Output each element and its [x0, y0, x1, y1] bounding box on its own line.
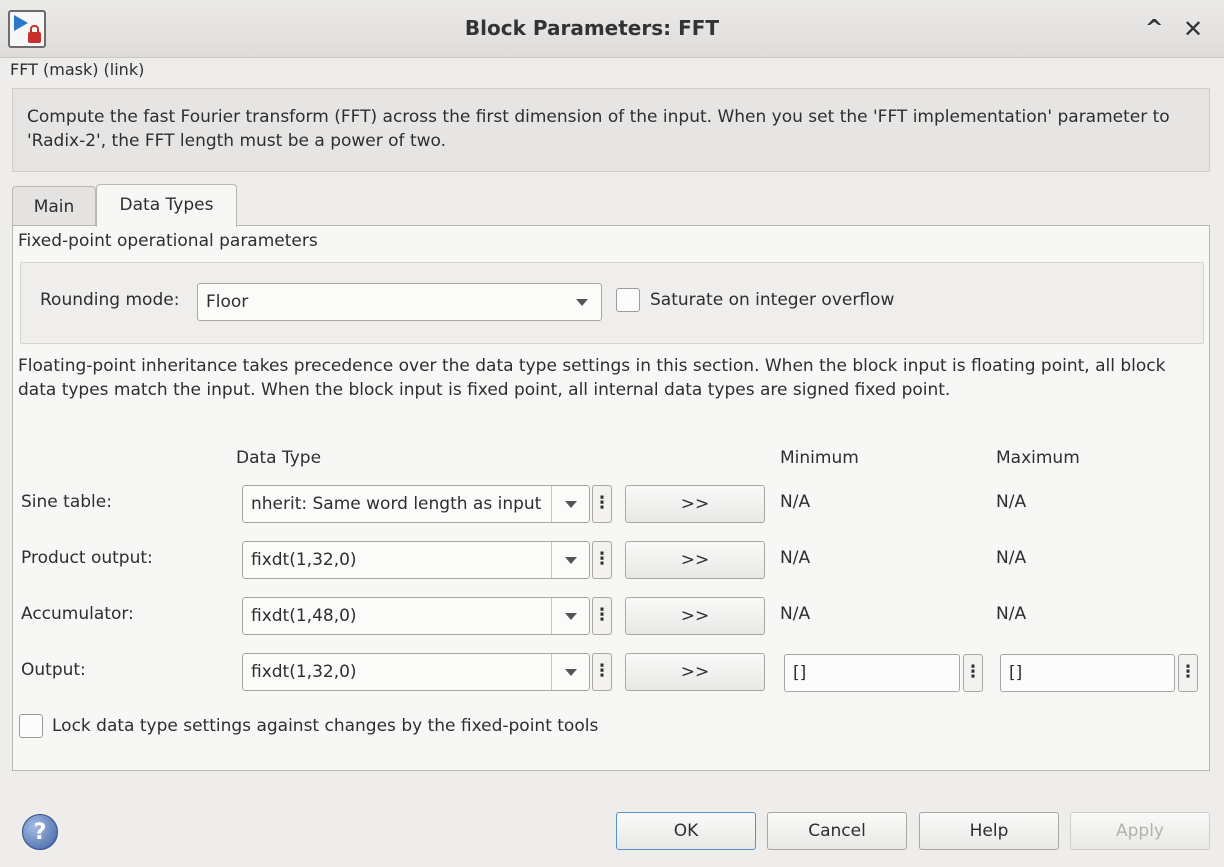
product-output-assistant-button[interactable]: >> — [625, 541, 765, 579]
output-minimum-input[interactable]: [] — [784, 654, 960, 692]
output-more-button[interactable]: ⋮ — [592, 653, 612, 691]
maximum-column-header: Maximum — [996, 448, 1080, 468]
output-data-type-value: fixdt(1,32,0) — [251, 662, 357, 682]
accumulator-data-type-select[interactable]: fixdt(1,48,0) — [242, 597, 590, 635]
accumulator-more-button[interactable]: ⋮ — [592, 597, 612, 635]
output-assistant-button[interactable]: >> — [625, 653, 765, 691]
chevron-down-icon[interactable] — [563, 284, 601, 320]
accumulator-label: Accumulator: — [21, 604, 134, 624]
chevron-down-icon[interactable] — [551, 486, 589, 522]
tab-main[interactable]: Main — [12, 186, 96, 228]
rounding-mode-label: Rounding mode: — [40, 290, 180, 310]
ok-button[interactable]: OK — [616, 812, 756, 850]
sine-table-minimum: N/A — [780, 492, 811, 512]
output-maximum-input[interactable]: [] — [1000, 654, 1175, 692]
fixed-point-group-title: Fixed-point operational parameters — [18, 231, 318, 251]
chevron-down-icon[interactable] — [551, 598, 589, 634]
accumulator-data-type-value: fixdt(1,48,0) — [251, 606, 357, 626]
accumulator-maximum: N/A — [996, 604, 1027, 624]
sine-table-more-button[interactable]: ⋮ — [592, 485, 612, 523]
saturate-checkbox[interactable] — [616, 288, 640, 312]
cancel-button[interactable]: Cancel — [767, 812, 907, 850]
sine-table-data-type-value: nherit: Same word length as input — [251, 494, 542, 514]
sine-table-data-type-select[interactable]: nherit: Same word length as input — [242, 485, 590, 523]
product-output-maximum: N/A — [996, 548, 1027, 568]
chevron-down-icon[interactable] — [551, 542, 589, 578]
close-icon[interactable]: ✕ — [1183, 16, 1203, 42]
data-type-column-header: Data Type — [236, 448, 322, 468]
sine-table-maximum: N/A — [996, 492, 1027, 512]
mask-label: FFT (mask) (link) — [10, 60, 145, 79]
inheritance-note: Floating-point inheritance takes precede… — [18, 356, 1166, 400]
product-output-more-button[interactable]: ⋮ — [592, 541, 612, 579]
saturate-label: Saturate on integer overflow — [650, 290, 895, 310]
title-bar: Block Parameters: FFT ^ ✕ — [0, 0, 1224, 58]
help-icon[interactable]: ? — [22, 814, 58, 850]
chevron-down-icon[interactable] — [551, 654, 589, 690]
tab-data-types[interactable]: Data Types — [96, 184, 237, 227]
output-minimum-more-button[interactable]: ⋮ — [963, 654, 983, 692]
rounding-mode-select[interactable]: Floor — [197, 283, 602, 321]
product-output-minimum: N/A — [780, 548, 811, 568]
output-maximum-more-button[interactable]: ⋮ — [1178, 654, 1198, 692]
description-box: Compute the fast Fourier transform (FFT)… — [12, 88, 1210, 172]
lock-data-types-label: Lock data type settings against changes … — [52, 716, 599, 736]
sine-table-assistant-button[interactable]: >> — [625, 485, 765, 523]
lock-data-types-checkbox[interactable] — [19, 714, 43, 738]
product-output-label: Product output: — [21, 548, 153, 568]
output-data-type-select[interactable]: fixdt(1,32,0) — [242, 653, 590, 691]
sine-table-label: Sine table: — [21, 492, 112, 512]
product-output-data-type-select[interactable]: fixdt(1,32,0) — [242, 541, 590, 579]
description-text: Compute the fast Fourier transform (FFT)… — [27, 107, 1170, 151]
accumulator-minimum: N/A — [780, 604, 811, 624]
rounding-mode-value: Floor — [206, 292, 249, 312]
collapse-icon[interactable]: ^ — [1145, 16, 1163, 42]
apply-button[interactable]: Apply — [1070, 812, 1210, 850]
window-title: Block Parameters: FFT — [464, 16, 720, 40]
minimum-column-header: Minimum — [780, 448, 859, 468]
help-button[interactable]: Help — [919, 812, 1059, 850]
product-output-data-type-value: fixdt(1,32,0) — [251, 550, 357, 570]
accumulator-assistant-button[interactable]: >> — [625, 597, 765, 635]
output-label: Output: — [21, 660, 86, 680]
